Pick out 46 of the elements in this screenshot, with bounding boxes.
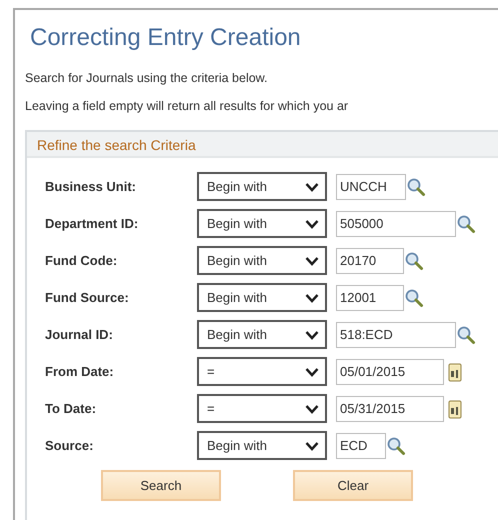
chevron-down-icon [305, 366, 319, 376]
search-icon[interactable] [404, 288, 424, 308]
operator-select[interactable]: Begin with [197, 246, 327, 275]
chevron-down-icon [305, 218, 319, 228]
calendar-icon[interactable] [448, 362, 462, 382]
chevron-down-icon [305, 292, 319, 302]
chevron-down-icon [305, 182, 319, 192]
input-field[interactable]: 12001 [336, 284, 404, 310]
instruction-text: Search for Journals using the criteria below. [25, 70, 268, 87]
search-button[interactable]: Search [101, 470, 221, 501]
search-icon[interactable] [456, 214, 476, 234]
input-field[interactable]: UNCCH [336, 174, 406, 200]
input-field[interactable]: 05/01/2015 [336, 358, 444, 384]
search-icon[interactable] [406, 176, 426, 196]
field-label: Business Unit: [45, 178, 138, 196]
operator-select[interactable]: Begin with [197, 320, 327, 349]
operator-select[interactable]: = [197, 394, 327, 423]
calendar-icon[interactable] [448, 398, 462, 418]
instruction-text: Leaving a field empty will return all results for which you ar [25, 98, 350, 115]
page-title: Correcting Entry Creation [29, 23, 302, 53]
chevron-down-icon [305, 404, 319, 414]
field-label: Source: [45, 436, 94, 455]
input-field[interactable]: 20170 [336, 248, 404, 274]
field-label: Journal ID: [45, 326, 114, 344]
search-icon[interactable] [456, 324, 476, 344]
panel-header: Refine the search Criteria [27, 132, 498, 158]
field-label: Fund Code: [45, 252, 118, 270]
operator-select[interactable]: = [197, 357, 327, 386]
operator-select[interactable]: Begin with [197, 283, 327, 312]
search-icon[interactable] [404, 250, 424, 270]
input-field[interactable]: 505000 [336, 210, 456, 236]
field-label: To Date: [45, 400, 98, 418]
operator-select[interactable]: Begin with [197, 209, 327, 238]
clear-button[interactable]: Clear [293, 470, 413, 501]
operator-select[interactable]: Begin with [197, 172, 327, 201]
search-icon[interactable] [386, 436, 406, 456]
chevron-down-icon [305, 330, 319, 340]
operator-select[interactable]: Begin with [197, 431, 327, 460]
input-field[interactable]: ECD [336, 432, 386, 458]
field-label: From Date: [45, 362, 115, 381]
field-label: Fund Source: [45, 288, 130, 307]
input-field[interactable]: 518:ECD [336, 322, 456, 348]
chevron-down-icon [305, 256, 319, 266]
chevron-down-icon [305, 440, 319, 450]
field-label: Department ID: [45, 214, 140, 233]
input-field[interactable]: 05/31/2015 [336, 396, 444, 422]
